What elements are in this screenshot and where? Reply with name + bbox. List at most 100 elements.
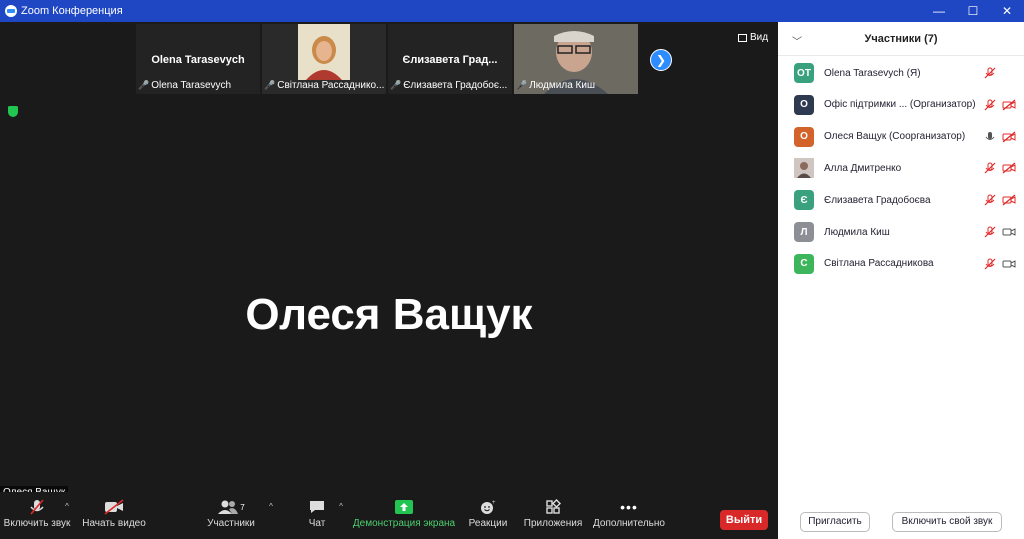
tile-label: Єлизавета Градобоє... (403, 80, 508, 91)
panel-title: Участники (7) (864, 33, 938, 45)
title-bar: Zoom Конференция — ☐ ✕ (0, 0, 1024, 22)
mic-muted-icon: 🎤 (516, 80, 528, 90)
video-button[interactable]: Начать видео (82, 496, 146, 529)
avatar: О (794, 94, 814, 115)
participant-row[interactable]: Л Людмила Киш (794, 221, 1016, 243)
avatar (794, 158, 814, 179)
share-screen-button[interactable]: Демонстрация экрана (352, 496, 456, 529)
camera-icon (1002, 226, 1016, 238)
participant-name: Olena Tarasevych (Я) (824, 67, 921, 79)
tile-display-name: Єлизавета Град... (402, 54, 498, 66)
camera-off-icon (1002, 131, 1016, 143)
participant-name: Офіс підтримки ... (Организатор) (824, 99, 976, 111)
meeting-toolbar: Включить звук ^ Начать видео 7 Участники… (0, 492, 778, 539)
mic-muted-icon (983, 99, 997, 111)
grid-icon (738, 33, 747, 42)
svg-text:+: + (492, 500, 496, 506)
participants-count: 7 (240, 502, 245, 512)
camera-off-icon (103, 496, 125, 518)
invite-button[interactable]: Пригласить (800, 512, 870, 532)
video-strip: Olena Tarasevych 🎤 Olena Tarasevych 🎤 Світ… (136, 24, 638, 96)
mic-muted-icon (983, 162, 997, 174)
tile-display-name: Olena Tarasevych (151, 54, 245, 66)
participants-button[interactable]: 7 Участники (206, 496, 256, 529)
camera-off-icon (1002, 194, 1016, 206)
chat-icon (308, 496, 326, 518)
video-tile[interactable]: Єлизавета Град... 🎤 Єлизавета Градобоє... (388, 24, 512, 94)
participant-row[interactable]: ОТ Olena Tarasevych (Я) (794, 62, 1016, 84)
video-tile[interactable]: 🎤 Людмила Киш (514, 24, 638, 94)
video-label: Начать видео (82, 518, 146, 529)
chat-button[interactable]: Чат (302, 496, 332, 529)
avatar: Л (794, 222, 814, 242)
reaction-icon: + (479, 496, 497, 518)
audio-label: Включить звук (3, 518, 71, 529)
camera-off-icon (1002, 99, 1016, 111)
mic-muted-icon: 🎤 (264, 80, 276, 90)
participant-name: Світлана Рассадникова (824, 258, 934, 270)
leave-button[interactable]: Выйти (720, 510, 768, 530)
camera-icon (1002, 258, 1016, 270)
next-page-button[interactable]: ❯ (650, 49, 672, 71)
video-tile[interactable]: 🎤 Світлана Рассаднико... (262, 24, 386, 94)
chevron-up-icon: ^ (339, 502, 343, 511)
avatar: О (794, 126, 814, 147)
participant-row[interactable]: Алла Дмитренко (794, 157, 1016, 179)
participant-row[interactable]: С Світлана Рассадникова (794, 253, 1016, 275)
camera-none (1002, 67, 1016, 79)
apps-icon (545, 496, 561, 518)
more-icon: ••• (620, 499, 638, 515)
mic-muted-icon: 🎤 (390, 80, 402, 90)
tile-label: Людмила Киш (529, 80, 595, 91)
tile-label: Olena Tarasevych (151, 80, 232, 91)
mic-muted-icon (983, 258, 997, 270)
reactions-label: Реакции (468, 518, 508, 529)
chat-label: Чат (308, 518, 326, 529)
video-tile[interactable]: Olena Tarasevych 🎤 Olena Tarasevych (136, 24, 260, 94)
share-screen-label: Демонстрация экрана (352, 518, 456, 529)
participant-row[interactable]: О Олеся Ващук (Соорганизатор) (794, 126, 1016, 148)
avatar: С (794, 253, 814, 274)
mic-muted-icon (983, 67, 997, 79)
tile-label: Світлана Рассаднико... (277, 80, 384, 91)
participant-row[interactable]: О Офіс підтримки ... (Организатор) (794, 94, 1016, 116)
mic-muted-icon (983, 194, 997, 206)
mic-muted-icon (28, 496, 46, 518)
active-speaker-name: Олеся Ващук (245, 290, 533, 339)
chevron-up-icon: ^ (65, 502, 69, 511)
window-title: Zoom Конференция (21, 5, 123, 17)
audio-button[interactable]: Включить звук (4, 496, 70, 529)
apps-button[interactable]: Приложения (524, 496, 582, 529)
share-screen-icon (395, 496, 413, 518)
maximize-button[interactable]: ☐ (956, 0, 990, 22)
more-button[interactable]: ••• Дополнительно (592, 496, 666, 529)
view-label: Вид (750, 32, 769, 43)
participant-row[interactable]: Є Єлизавета Градобоєва (794, 189, 1016, 211)
mic-muted-icon (983, 226, 997, 238)
view-button[interactable]: Вид (738, 32, 768, 43)
chevron-right-icon: ❯ (655, 53, 667, 67)
participant-name: Єлизавета Градобоєва (824, 194, 931, 206)
avatar: Є (794, 190, 814, 211)
minimize-button[interactable]: — (922, 0, 956, 22)
zoom-logo-icon (5, 5, 17, 17)
participant-name: Алла Дмитренко (824, 162, 902, 174)
participants-label: Участники (207, 518, 255, 529)
participant-name: Олеся Ващук (Соорганизатор) (824, 131, 966, 143)
zoom-window: Zoom Конференция — ☐ ✕ Olena Tarasevych … (0, 0, 1024, 539)
shield-icon[interactable] (8, 106, 18, 117)
close-button[interactable]: ✕ (990, 0, 1024, 22)
reactions-button[interactable]: + Реакции (468, 496, 508, 529)
unmute-self-button[interactable]: Включить свой звук (892, 512, 1002, 532)
apps-label: Приложения (523, 518, 583, 529)
panel-header: ﹀ Участники (7) (778, 22, 1024, 56)
mic-muted-icon: 🎤 (138, 80, 150, 90)
participants-panel: ﹀ Участники (7) ОТ Olena Tarasevych (Я) О О… (778, 22, 1024, 539)
more-label: Дополнительно (593, 518, 665, 529)
participants-icon: 7 (217, 496, 245, 518)
participant-name: Людмила Киш (824, 226, 890, 238)
meeting-area: Olena Tarasevych 🎤 Olena Tarasevych 🎤 Світ… (0, 22, 778, 539)
mic-icon (983, 131, 997, 143)
avatar: ОТ (794, 63, 814, 83)
chevron-up-icon: ^ (269, 502, 273, 511)
